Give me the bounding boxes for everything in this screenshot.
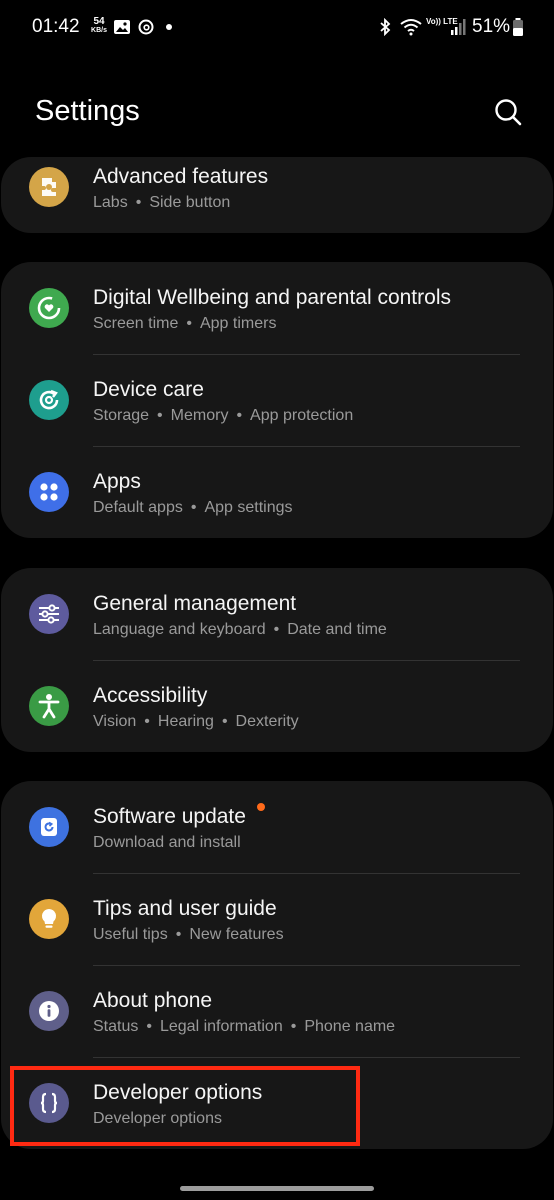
- subtitle-part: Memory: [170, 407, 229, 424]
- signal-strength-icon: [451, 19, 466, 35]
- wifi-icon: [400, 19, 422, 36]
- device-care-subtitle: Storage • Memory • App protection: [93, 407, 354, 424]
- apps-grid-icon: [40, 483, 58, 501]
- digital-wellbeing-title: Digital Wellbeing and parental controls: [93, 286, 451, 309]
- settings-item-software-update[interactable]: Software update Download and install: [1, 781, 553, 873]
- subtitle-part: Labs: [93, 194, 128, 211]
- accessibility-title: Accessibility: [93, 684, 208, 707]
- battery-percent: 51%: [472, 16, 511, 37]
- subtitle-part: App timers: [199, 315, 277, 332]
- apps-icon-bg: [29, 472, 69, 512]
- subtitle-part: Legal information: [159, 1018, 283, 1035]
- page-title: Settings: [35, 95, 140, 127]
- subtitle-part: Download and install: [93, 834, 241, 851]
- refresh-care-icon: [39, 389, 59, 410]
- network-speed-unit: KB/s: [91, 27, 107, 34]
- digital-wellbeing-icon-bg: [29, 288, 69, 328]
- tips-subtitle: Useful tips • New features: [93, 926, 284, 943]
- advanced-features-subtitle: Labs • Side button: [93, 194, 231, 211]
- subtitle-part: Useful tips: [93, 926, 168, 943]
- search-icon: [495, 99, 522, 126]
- about-phone-subtitle: Status • Legal information • Phone name: [93, 1018, 396, 1035]
- sliders-icon: [39, 604, 59, 624]
- subtitle-part: Vision: [93, 713, 137, 730]
- notification-badge: [257, 803, 265, 811]
- accessibility-subtitle: Vision • Hearing • Dexterity: [93, 713, 299, 730]
- settings-item-tips[interactable]: Tips and user guide Useful tips • New feat…: [1, 873, 553, 965]
- gesture-navigation-bar[interactable]: [180, 1186, 374, 1191]
- settings-item-apps[interactable]: Apps Default apps • App settings: [1, 446, 553, 538]
- settings-item-general-management[interactable]: General management Language and keyboard…: [1, 568, 553, 660]
- about-phone-title: About phone: [93, 989, 213, 1012]
- subtitle-part: Dexterity: [235, 713, 299, 730]
- subtitle-part: App settings: [204, 499, 293, 516]
- device-care-title: Device care: [93, 378, 204, 401]
- accessibility-person-icon: [38, 694, 60, 719]
- settings-item-about-phone[interactable]: About phone Status • Legal information • Pho…: [1, 965, 553, 1057]
- settings-group-general: General management Language and keyboard…: [1, 568, 553, 752]
- settings-group-wellbeing: Digital Wellbeing and parental controls …: [1, 262, 553, 538]
- subtitle-part: Date and time: [287, 621, 387, 638]
- advanced-features-icon-bg: [29, 167, 69, 207]
- lightbulb-icon: [41, 908, 57, 928]
- info-icon: [39, 1001, 59, 1021]
- software-update-icon-bg: [29, 807, 69, 847]
- more-notifications-dot-icon: [166, 24, 172, 30]
- general-management-title: General management: [93, 592, 297, 615]
- subtitle-part: App protection: [250, 407, 354, 424]
- settings-item-advanced-features[interactable]: Advanced features Labs • Side button: [1, 157, 553, 233]
- subtitle-part: Screen time: [93, 315, 179, 332]
- network-speed: 54 KB/s: [88, 17, 110, 35]
- general-management-subtitle: Language and keyboard • Date and time: [93, 621, 387, 638]
- advanced-features-title: Advanced features: [93, 165, 269, 188]
- settings-item-device-care[interactable]: Device care Storage • Memory • App protectio…: [1, 354, 553, 446]
- software-update-title: Software update: [93, 805, 246, 828]
- threads-notification-icon: [138, 19, 154, 35]
- settings-group-advanced: Advanced features Labs • Side button: [1, 157, 553, 233]
- status-time: 01:42: [32, 16, 80, 37]
- heart-ring-icon: [37, 296, 61, 320]
- subtitle-part: Storage: [93, 407, 150, 424]
- tips-title: Tips and user guide: [93, 897, 277, 920]
- gallery-notification-icon: [114, 20, 130, 34]
- battery-icon: [513, 18, 523, 36]
- digital-wellbeing-subtitle: Screen time • App timers: [93, 315, 277, 332]
- device-care-icon-bg: [29, 380, 69, 420]
- subtitle-part: Status: [93, 1018, 139, 1035]
- apps-title: Apps: [93, 470, 141, 493]
- subtitle-part: Hearing: [157, 713, 214, 730]
- puzzle-icon: [42, 178, 56, 196]
- subtitle-part: Default apps: [93, 499, 183, 516]
- subtitle-part: Phone name: [304, 1018, 396, 1035]
- software-update-subtitle: Download and install: [93, 834, 241, 852]
- search-button[interactable]: [492, 96, 524, 128]
- status-bar: 01:42 54 KB/s Vo)) LTE 51%: [0, 0, 554, 56]
- update-icon: [41, 818, 57, 836]
- about-phone-icon-bg: [29, 991, 69, 1031]
- subtitle-part: Side button: [149, 194, 231, 211]
- bluetooth-icon: [380, 18, 391, 36]
- settings-item-accessibility[interactable]: Accessibility Vision • Hearing • Dexterity: [1, 660, 553, 752]
- tips-icon-bg: [29, 899, 69, 939]
- highlight-annotation-box: [10, 1066, 360, 1146]
- apps-subtitle: Default apps • App settings: [93, 499, 293, 516]
- general-management-icon-bg: [29, 594, 69, 634]
- settings-item-digital-wellbeing[interactable]: Digital Wellbeing and parental controls …: [1, 262, 553, 354]
- subtitle-part: Language and keyboard: [93, 621, 266, 638]
- subtitle-part: New features: [189, 926, 284, 943]
- accessibility-icon-bg: [29, 686, 69, 726]
